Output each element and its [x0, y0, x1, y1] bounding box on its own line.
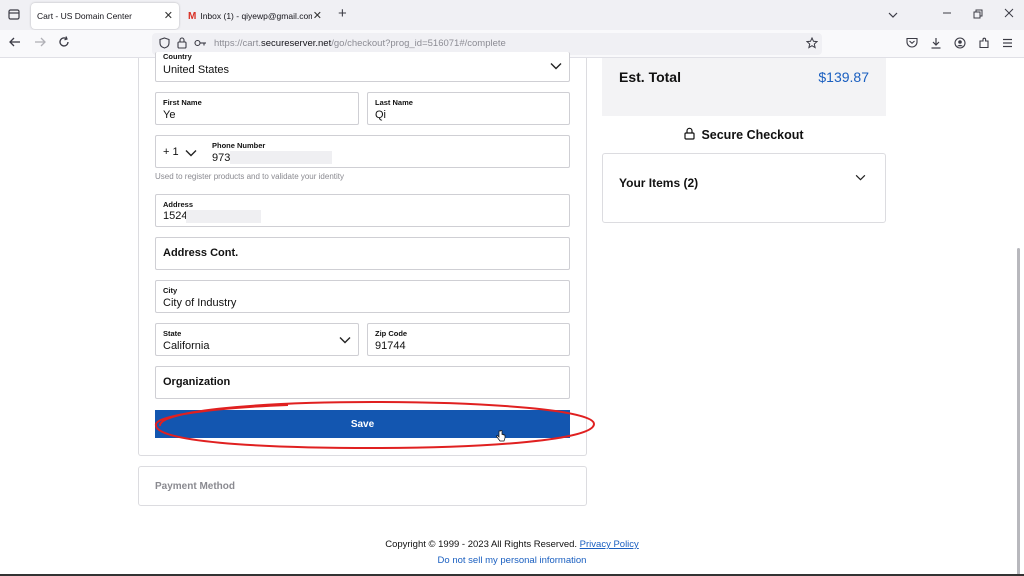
your-items-label: Your Items (2): [619, 176, 699, 190]
lock-icon[interactable]: [177, 37, 187, 52]
zip-code-label: Zip Code: [375, 329, 408, 338]
lock-icon: [684, 127, 696, 140]
redacted-block: [186, 210, 261, 223]
gmail-icon: M: [188, 10, 197, 22]
address-field[interactable]: Address 1524: [155, 194, 570, 227]
new-tab-button[interactable]: +: [338, 6, 347, 21]
forward-arrow-icon[interactable]: [34, 36, 46, 51]
chevron-down-icon: [339, 337, 351, 344]
secure-checkout-text: Secure Checkout: [701, 128, 804, 142]
key-icon[interactable]: [194, 37, 207, 52]
country-value: United States: [163, 64, 230, 76]
secure-checkout-heading: Secure Checkout: [602, 127, 886, 142]
state-label: State: [163, 329, 182, 338]
last-name-field[interactable]: Last Name Qi: [367, 92, 570, 125]
phone-hint: Used to register products and to validat…: [155, 172, 344, 181]
city-label: City: [163, 286, 178, 295]
address-value: 1524: [163, 210, 188, 222]
tab-inbox-label: Inbox (1) - qiyewp@gmail.com: [200, 11, 313, 21]
tab-cart-label: Cart - US Domain Center: [37, 11, 132, 21]
tab-cart[interactable]: Cart - US Domain Center ✕: [31, 3, 179, 29]
footer-copyright: Copyright © 1999 - 2023 All Rights Reser…: [0, 539, 1024, 550]
phone-number-label: Phone Number: [212, 141, 266, 150]
last-name-value: Qi: [375, 109, 386, 121]
menu-hamburger-icon[interactable]: [1002, 37, 1013, 51]
tab-bar: Cart - US Domain Center ✕ M Inbox (1) - …: [0, 0, 1024, 30]
privacy-policy-link[interactable]: Privacy Policy: [580, 539, 639, 550]
organization-label: Organization: [163, 376, 231, 388]
zip-code-field[interactable]: Zip Code 91744: [367, 323, 570, 356]
phone-number-value: 973: [212, 152, 231, 164]
zip-code-value: 91744: [375, 340, 406, 352]
est-total-label: Est. Total: [619, 69, 681, 85]
annotation-ellipse: [155, 400, 596, 450]
address-label: Address: [163, 200, 194, 209]
first-name-value: Ye: [163, 109, 176, 121]
city-field[interactable]: City City of Industry: [155, 280, 570, 313]
state-select[interactable]: State California: [155, 323, 359, 356]
close-window-icon[interactable]: [1004, 7, 1014, 21]
copyright-text: Copyright © 1999 - 2023 All Rights Reser…: [385, 539, 578, 550]
country-select[interactable]: Country United States: [155, 52, 570, 82]
chevron-down-icon: [550, 63, 562, 70]
chevron-down-icon[interactable]: [185, 149, 197, 157]
state-value: California: [163, 340, 210, 352]
list-tabs-chevron-icon[interactable]: [888, 8, 898, 22]
reload-icon[interactable]: [58, 36, 70, 51]
scrollbar[interactable]: [1017, 248, 1020, 576]
cursor-hand-icon: [496, 430, 506, 448]
shield-icon[interactable]: [159, 37, 170, 52]
url-path: /go/checkout?prog_id=516071#/complete: [331, 38, 506, 49]
url-prefix: https://cart.: [214, 38, 261, 49]
url-text[interactable]: https://cart.secureserver.net/go/checkou…: [214, 38, 506, 49]
country-code-select[interactable]: + 1: [163, 146, 179, 158]
restore-icon[interactable]: [973, 8, 983, 22]
country-code-value: + 1: [163, 146, 179, 158]
downloads-icon[interactable]: [930, 37, 942, 52]
pocket-icon[interactable]: [906, 37, 918, 51]
bookmark-star-icon[interactable]: [805, 36, 819, 52]
est-total-box: Est. Total $139.87: [602, 58, 886, 116]
address-cont-field[interactable]: Address Cont.: [155, 237, 570, 270]
last-name-label: Last Name: [375, 98, 413, 107]
address-cont-label: Address Cont.: [163, 247, 239, 259]
payment-method-section[interactable]: Payment Method: [138, 466, 587, 506]
payment-method-label: Payment Method: [155, 481, 236, 492]
back-arrow-icon[interactable]: [9, 36, 21, 51]
do-not-sell-link[interactable]: Do not sell my personal information: [0, 555, 1024, 566]
chevron-down-icon[interactable]: [855, 174, 866, 181]
close-tab-icon[interactable]: ✕: [313, 9, 322, 22]
extensions-icon[interactable]: [978, 37, 990, 52]
organization-field[interactable]: Organization: [155, 366, 570, 399]
tab-overview-icon[interactable]: [8, 8, 20, 23]
account-icon[interactable]: [954, 37, 966, 52]
url-host: secureserver.net: [261, 38, 332, 49]
est-total-value: $139.87: [818, 69, 869, 85]
first-name-field[interactable]: First Name Ye: [155, 92, 359, 125]
tab-inbox[interactable]: M Inbox (1) - qiyewp@gmail.com ✕: [182, 3, 328, 29]
redacted-block: [230, 151, 332, 164]
close-tab-icon[interactable]: ✕: [164, 9, 173, 22]
your-items-card[interactable]: Your Items (2): [602, 153, 886, 223]
minimize-icon[interactable]: [942, 6, 952, 20]
city-value: City of Industry: [163, 297, 237, 309]
country-label: Country: [163, 52, 192, 61]
first-name-label: First Name: [163, 98, 202, 107]
phone-field[interactable]: + 1 Phone Number 973: [155, 135, 570, 168]
